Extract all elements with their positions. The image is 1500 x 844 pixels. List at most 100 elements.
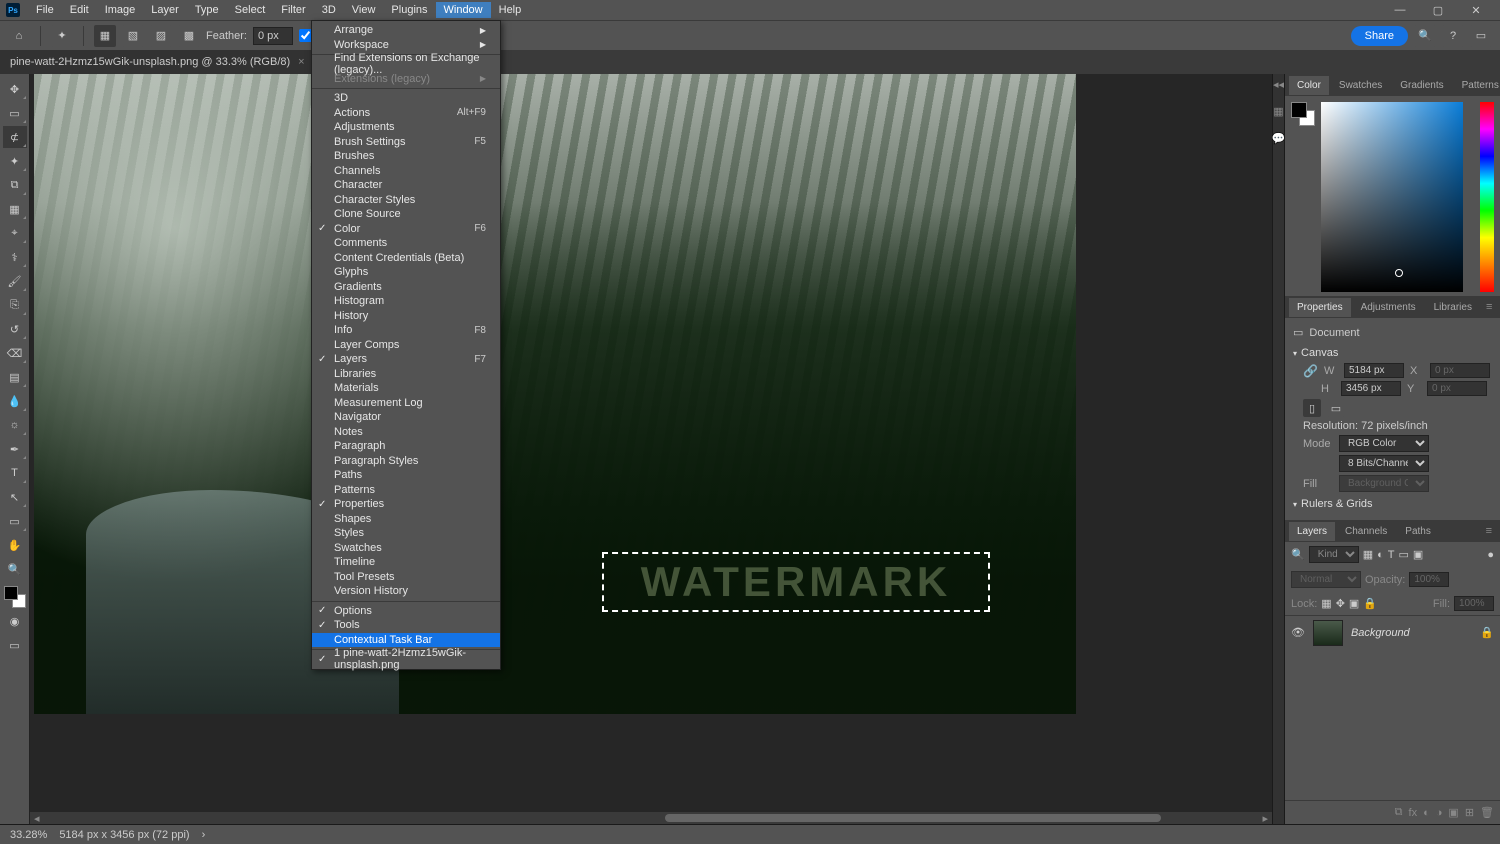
tab-adjustments[interactable]: Adjustments bbox=[1353, 298, 1424, 317]
workspace-icon[interactable]: ▭ bbox=[1470, 25, 1492, 47]
frame-tool[interactable]: ▦ bbox=[3, 198, 27, 220]
menu-item-layers[interactable]: LayersF7 bbox=[312, 352, 500, 367]
menu-item-paragraph-styles[interactable]: Paragraph Styles bbox=[312, 454, 500, 469]
history-brush-tool[interactable]: ↺ bbox=[3, 318, 27, 340]
filter-smart-icon[interactable]: ▣ bbox=[1413, 548, 1423, 561]
scrollbar-thumb[interactable] bbox=[665, 814, 1162, 822]
menu-item-clone-source[interactable]: Clone Source bbox=[312, 207, 500, 222]
tab-swatches[interactable]: Swatches bbox=[1331, 76, 1390, 95]
width-input[interactable] bbox=[1344, 363, 1404, 378]
scroll-right-icon[interactable]: ▸ bbox=[1258, 812, 1272, 825]
menu-item-options[interactable]: Options bbox=[312, 604, 500, 619]
eraser-tool[interactable]: ⌫ bbox=[3, 342, 27, 364]
tab-channels[interactable]: Channels bbox=[1337, 522, 1395, 541]
menu-item-history[interactable]: History bbox=[312, 309, 500, 324]
menu-view[interactable]: View bbox=[344, 2, 384, 18]
menu-item-notes[interactable]: Notes bbox=[312, 425, 500, 440]
menu-item-swatches[interactable]: Swatches bbox=[312, 541, 500, 556]
menu-item-actions[interactable]: ActionsAlt+F9 bbox=[312, 106, 500, 121]
share-button[interactable]: Share bbox=[1351, 26, 1408, 46]
fg-bg-colors[interactable] bbox=[4, 586, 26, 608]
feather-input[interactable] bbox=[253, 27, 293, 45]
adjustment-icon[interactable]: ◑ bbox=[1436, 807, 1443, 819]
layer-row[interactable]: 👁 Background 🔒 bbox=[1285, 615, 1500, 649]
landscape-icon[interactable]: ▭ bbox=[1327, 399, 1345, 417]
menu-item-brushes[interactable]: Brushes bbox=[312, 149, 500, 164]
filter-icon[interactable]: 🔍 bbox=[1291, 548, 1305, 561]
menu-file[interactable]: File bbox=[28, 2, 62, 18]
link-icon[interactable]: 🔗 bbox=[1303, 364, 1318, 378]
menu-item-paragraph[interactable]: Paragraph bbox=[312, 439, 500, 454]
gradient-tool[interactable]: ▤ bbox=[3, 366, 27, 388]
document-canvas[interactable]: WATERMARK bbox=[34, 74, 1076, 714]
menu-layer[interactable]: Layer bbox=[143, 2, 187, 18]
menu-item-tools[interactable]: Tools bbox=[312, 618, 500, 633]
healing-tool[interactable]: ⚕ bbox=[3, 246, 27, 268]
menu-image[interactable]: Image bbox=[97, 2, 144, 18]
menu-item-gradients[interactable]: Gradients bbox=[312, 280, 500, 295]
menu-item-navigator[interactable]: Navigator bbox=[312, 410, 500, 425]
menu-item-histogram[interactable]: Histogram bbox=[312, 294, 500, 309]
add-selection-icon[interactable]: ▧ bbox=[122, 25, 144, 47]
menu-filter[interactable]: Filter bbox=[273, 2, 313, 18]
selection-marquee[interactable]: WATERMARK bbox=[602, 552, 990, 612]
bits-select[interactable]: 8 Bits/Channel bbox=[1339, 455, 1429, 472]
lock-artboard-icon[interactable]: ▣ bbox=[1349, 597, 1359, 610]
menu-item-layer-comps[interactable]: Layer Comps bbox=[312, 338, 500, 353]
menu-item-character[interactable]: Character bbox=[312, 178, 500, 193]
menu-item-styles[interactable]: Styles bbox=[312, 526, 500, 541]
filter-pixel-icon[interactable]: ▦ bbox=[1363, 548, 1373, 561]
lock-position-icon[interactable]: ✥ bbox=[1336, 597, 1345, 610]
canvas-area[interactable]: WATERMARK bbox=[30, 74, 1272, 824]
lock-pixels-icon[interactable]: ▦ bbox=[1321, 597, 1331, 610]
hand-tool[interactable]: ✋ bbox=[3, 534, 27, 556]
menu-window[interactable]: Window bbox=[436, 2, 491, 18]
tab-layers[interactable]: Layers bbox=[1289, 522, 1335, 541]
lasso-tool[interactable]: ⊄ bbox=[3, 126, 27, 148]
filter-shape-icon[interactable]: ▭ bbox=[1399, 548, 1409, 561]
search-icon[interactable]: 🔍 bbox=[1414, 25, 1436, 47]
tab-properties[interactable]: Properties bbox=[1289, 298, 1351, 317]
layer-name[interactable]: Background bbox=[1351, 627, 1410, 639]
menu-item-brush-settings[interactable]: Brush SettingsF5 bbox=[312, 135, 500, 150]
color-field[interactable] bbox=[1321, 102, 1463, 292]
menu-item-info[interactable]: InfoF8 bbox=[312, 323, 500, 338]
sub-selection-icon[interactable]: ▨ bbox=[150, 25, 172, 47]
dodge-tool[interactable]: ☼ bbox=[3, 414, 27, 436]
hue-slider[interactable] bbox=[1480, 102, 1494, 292]
menu-type[interactable]: Type bbox=[187, 2, 227, 18]
document-dimensions[interactable]: 5184 px x 3456 px (72 ppi) bbox=[59, 829, 189, 841]
minimize-button[interactable]: — bbox=[1382, 1, 1418, 19]
layer-thumbnail[interactable] bbox=[1313, 620, 1343, 646]
menu-item-timeline[interactable]: Timeline bbox=[312, 555, 500, 570]
menu-item-1-pine-watt-2hzmz15wgik-unsplash-png[interactable]: 1 pine-watt-2Hzmz15wGik-unsplash.png bbox=[312, 652, 500, 667]
close-tab-icon[interactable]: × bbox=[298, 56, 304, 68]
menu-item-shapes[interactable]: Shapes bbox=[312, 512, 500, 527]
pen-tool[interactable]: ✒ bbox=[3, 438, 27, 460]
menu-item-tool-presets[interactable]: Tool Presets bbox=[312, 570, 500, 585]
menu-item-glyphs[interactable]: Glyphs bbox=[312, 265, 500, 280]
tab-patterns[interactable]: Patterns bbox=[1454, 76, 1500, 95]
menu-help[interactable]: Help bbox=[491, 2, 530, 18]
blur-tool[interactable]: 💧 bbox=[3, 390, 27, 412]
eyedropper-tool[interactable]: ⌖ bbox=[3, 222, 27, 244]
kind-filter[interactable]: Kind bbox=[1309, 546, 1359, 563]
menu-item-measurement-log[interactable]: Measurement Log bbox=[312, 396, 500, 411]
new-layer-icon[interactable]: ⊞ bbox=[1465, 806, 1474, 819]
menu-item-find-extensions-on-exchange-legacy-[interactable]: Find Extensions on Exchange (legacy)... bbox=[312, 57, 500, 72]
menu-item-character-styles[interactable]: Character Styles bbox=[312, 193, 500, 208]
menu-item-adjustments[interactable]: Adjustments bbox=[312, 120, 500, 135]
clone-tool[interactable]: ⎘ bbox=[3, 294, 27, 316]
brush-tool[interactable]: 🖌 bbox=[3, 270, 27, 292]
menu-item-version-history[interactable]: Version History bbox=[312, 584, 500, 599]
menu-item-libraries[interactable]: Libraries bbox=[312, 367, 500, 382]
rulers-section[interactable]: Rulers & Grids bbox=[1293, 498, 1492, 510]
group-icon[interactable]: ▣ bbox=[1448, 806, 1458, 819]
tab-gradients[interactable]: Gradients bbox=[1392, 76, 1451, 95]
intersect-selection-icon[interactable]: ▩ bbox=[178, 25, 200, 47]
new-selection-icon[interactable]: ▦ bbox=[94, 25, 116, 47]
menu-item-content-credentials-beta-[interactable]: Content Credentials (Beta) bbox=[312, 251, 500, 266]
visibility-icon[interactable]: 👁 bbox=[1291, 626, 1305, 639]
shape-tool[interactable]: ▭ bbox=[3, 510, 27, 532]
zoom-tool[interactable]: 🔍 bbox=[3, 558, 27, 580]
